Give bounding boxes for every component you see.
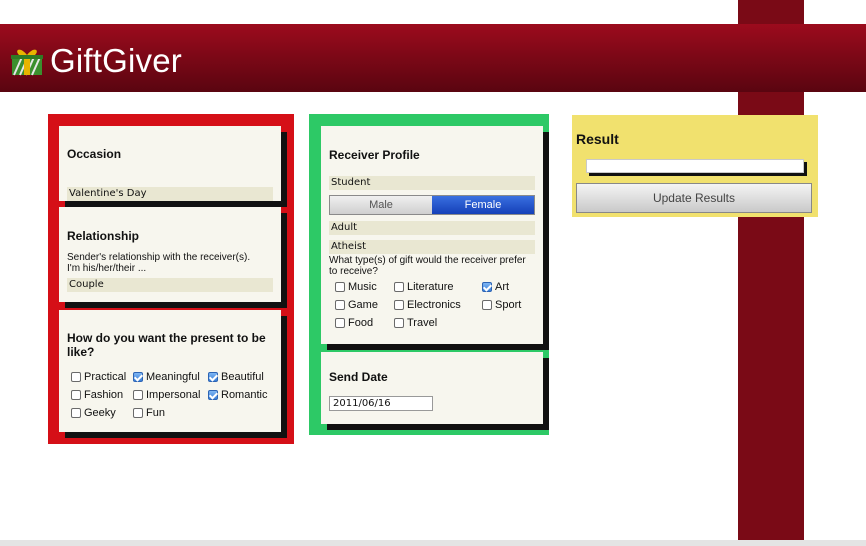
type-label: Music: [348, 281, 377, 293]
checkbox[interactable]: [335, 300, 345, 310]
relationship-title: Relationship: [67, 229, 140, 243]
update-results-button[interactable]: Update Results: [576, 183, 812, 213]
occasion-card: Occasion Valentine's Day: [59, 126, 281, 201]
result-output: [586, 159, 804, 173]
option-label: Meaningful: [146, 371, 200, 383]
checkbox[interactable]: [394, 282, 404, 292]
send-date-title: Send Date: [329, 370, 388, 384]
checkbox-checked[interactable]: [208, 390, 218, 400]
option-label: Fun: [146, 407, 165, 419]
checkbox[interactable]: [482, 300, 492, 310]
gift-preferences-panel: Occasion Valentine's Day Relationship Se…: [48, 114, 294, 444]
checkbox[interactable]: [71, 408, 81, 418]
option-romantic[interactable]: Romantic: [208, 389, 267, 401]
type-label: Art: [495, 281, 510, 293]
religion-select[interactable]: Atheist: [329, 240, 535, 254]
checkbox[interactable]: [394, 318, 404, 328]
option-label: Impersonal: [146, 389, 201, 401]
option-label: Beautiful: [221, 371, 264, 383]
present-style-title: How do you want the present to be like?: [67, 331, 266, 359]
relationship-desc: Sender's relationship with the receiver(…: [67, 252, 273, 274]
option-meaningful[interactable]: Meaningful: [133, 371, 200, 383]
option-fun[interactable]: Fun: [133, 407, 165, 419]
type-sport[interactable]: Sport: [482, 299, 521, 311]
receiver-profile-card: Receiver Profile Student Male Female Adu…: [321, 126, 543, 344]
option-beautiful[interactable]: Beautiful: [208, 371, 264, 383]
checkbox[interactable]: [71, 372, 81, 382]
checkbox-checked[interactable]: [208, 372, 218, 382]
result-panel: Result Update Results: [572, 115, 818, 217]
checkbox[interactable]: [335, 318, 345, 328]
relationship-select[interactable]: Couple: [67, 278, 273, 292]
option-label: Practical: [84, 371, 127, 383]
type-food[interactable]: Food: [335, 317, 373, 329]
present-title-line1: How do you want the present to be: [67, 331, 266, 345]
checkbox[interactable]: [335, 282, 345, 292]
type-art[interactable]: Art: [482, 281, 509, 293]
checkbox[interactable]: [394, 300, 404, 310]
bottom-strip: [0, 540, 866, 546]
type-label: Food: [348, 317, 374, 329]
gender-male-button[interactable]: Male: [330, 196, 432, 214]
type-label: Electronics: [407, 299, 461, 311]
occasion-title: Occasion: [67, 147, 122, 161]
gift-icon: [11, 49, 43, 76]
option-fashion[interactable]: Fashion: [71, 389, 123, 401]
occupation-select[interactable]: Student: [329, 176, 535, 190]
type-label: Literature: [407, 281, 454, 293]
relationship-card: Relationship Sender's relationship with …: [59, 207, 281, 302]
option-label: Geeky: [84, 407, 116, 419]
checkbox[interactable]: [133, 390, 143, 400]
type-game[interactable]: Game: [335, 299, 378, 311]
type-literature[interactable]: Literature: [394, 281, 453, 293]
option-label: Fashion: [84, 389, 124, 401]
occasion-select[interactable]: Valentine's Day: [67, 187, 273, 201]
type-travel[interactable]: Travel: [394, 317, 437, 329]
age-select[interactable]: Adult: [329, 221, 535, 235]
brand: GiftGiver: [10, 41, 182, 81]
app-title: GiftGiver: [50, 42, 182, 79]
gift-type-question: What type(s) of gift would the receiver …: [329, 255, 535, 277]
gender-female-button[interactable]: Female: [432, 196, 534, 214]
option-practical[interactable]: Practical: [71, 371, 126, 383]
type-label: Travel: [407, 317, 438, 329]
type-label: Game: [348, 299, 378, 311]
option-impersonal[interactable]: Impersonal: [133, 389, 200, 401]
type-music[interactable]: Music: [335, 281, 377, 293]
relationship-desc-line1: Sender's relationship with the receiver(…: [67, 252, 251, 263]
receiver-profile-title: Receiver Profile: [329, 148, 420, 162]
question-line2: to receive?: [329, 266, 378, 277]
present-title-line2: like?: [67, 345, 95, 359]
checkbox[interactable]: [71, 390, 81, 400]
checkbox-checked[interactable]: [482, 282, 492, 292]
option-label: Romantic: [221, 389, 268, 401]
send-date-input[interactable]: 2011/06/16: [329, 396, 433, 411]
present-style-card: How do you want the present to be like? …: [59, 310, 281, 432]
receiver-panel: Receiver Profile Student Male Female Adu…: [309, 114, 549, 435]
send-date-card: Send Date 2011/06/16: [321, 352, 543, 424]
relationship-desc-line2: I'm his/her/their ...: [67, 263, 147, 274]
type-label: Sport: [495, 299, 522, 311]
checkbox-checked[interactable]: [133, 372, 143, 382]
gender-toggle: Male Female: [329, 195, 535, 215]
checkbox[interactable]: [133, 408, 143, 418]
question-line1: What type(s) of gift would the receiver …: [329, 255, 526, 266]
result-title: Result: [576, 131, 619, 147]
type-electronics[interactable]: Electronics: [394, 299, 461, 311]
option-geeky[interactable]: Geeky: [71, 407, 116, 419]
